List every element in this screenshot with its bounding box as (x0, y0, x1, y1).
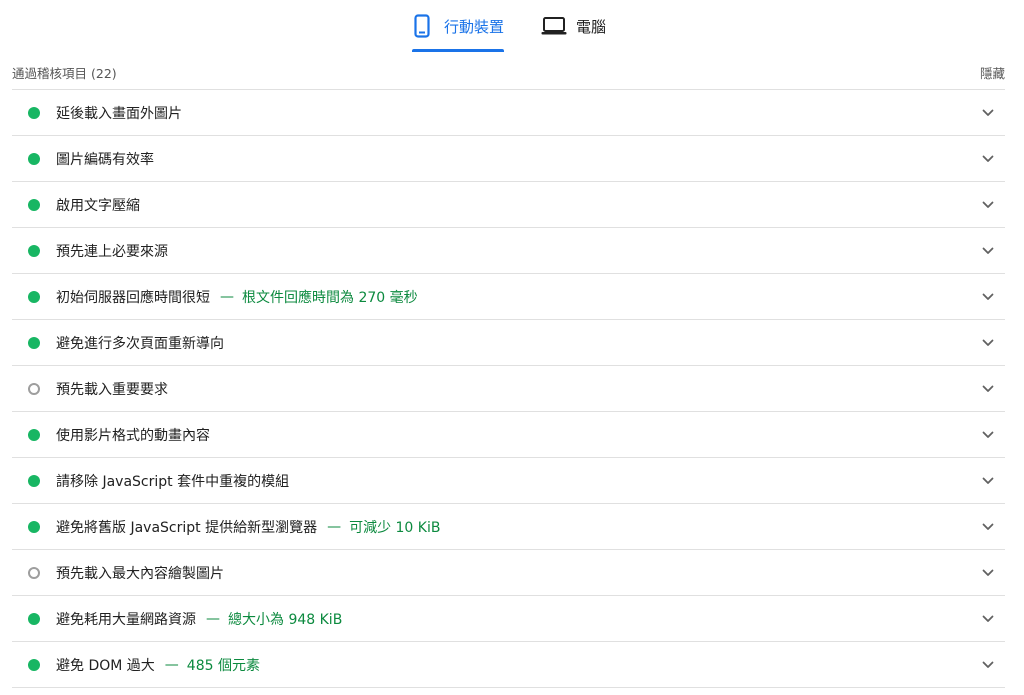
chevron-down-icon[interactable] (981, 428, 995, 442)
active-tab-indicator (412, 49, 504, 52)
chevron-down-icon[interactable] (981, 520, 995, 534)
tab-desktop-label: 電腦 (576, 17, 607, 36)
pass-status-icon (28, 106, 40, 119)
phone-icon (412, 14, 432, 38)
audit-title: 請移除 JavaScript 套件中重複的模組 (56, 473, 290, 490)
audit-title: 避免 DOM 過大 (56, 657, 155, 674)
group-title: 通過稽核項目 (12, 66, 88, 81)
info-status-icon (28, 382, 40, 395)
chevron-down-icon[interactable] (981, 244, 995, 258)
pass-status-icon (28, 428, 40, 441)
chevron-down-icon[interactable] (981, 290, 995, 304)
audit-title: 圖片編碼有效率 (56, 151, 154, 168)
audit-row[interactable]: 初始伺服器回應時間很短 — 根文件回應時間為 270 毫秒 (12, 274, 1005, 320)
pass-status-icon (28, 474, 40, 487)
pass-status-icon (28, 336, 40, 349)
audit-row[interactable]: 預先連上必要來源 (12, 228, 1005, 274)
audit-row[interactable]: 使用影片格式的動畫內容 (12, 412, 1005, 458)
chevron-down-icon[interactable] (981, 382, 995, 396)
audit-row[interactable]: 避免將舊版 JavaScript 提供給新型瀏覽器 — 可減少 10 KiB (12, 504, 1005, 550)
pass-status-icon (28, 152, 40, 165)
chevron-down-icon[interactable] (981, 474, 995, 488)
tab-mobile-label: 行動裝置 (444, 17, 505, 36)
audit-row[interactable]: 預先載入重要要求 (12, 366, 1005, 412)
audit-row[interactable]: 圖片編碼有效率 (12, 136, 1005, 182)
passed-audits-header: 通過稽核項目 (22) 隱藏 (12, 56, 1005, 90)
audit-row[interactable]: 避免耗用大量網路資源 — 總大小為 948 KiB (12, 596, 1005, 642)
info-status-icon (28, 566, 40, 579)
audit-title: 延後載入畫面外圖片 (56, 105, 182, 122)
audit-display-value: 485 個元素 (186, 657, 260, 674)
group-count: (22) (91, 66, 117, 81)
audit-title: 初始伺服器回應時間很短 (56, 289, 210, 306)
audit-separator: — (164, 656, 179, 673)
audit-separator: — (327, 518, 342, 535)
audit-row[interactable]: 預先載入最大內容繪製圖片 (12, 550, 1005, 596)
chevron-down-icon[interactable] (981, 198, 995, 212)
audit-display-value: 總大小為 948 KiB (228, 611, 343, 628)
audit-row[interactable]: 避免進行多次頁面重新導向 (12, 320, 1005, 366)
pass-status-icon (28, 290, 40, 303)
chevron-down-icon[interactable] (981, 106, 995, 120)
chevron-down-icon[interactable] (981, 658, 995, 672)
audit-row[interactable]: 避免 DOM 過大 — 485 個元素 (12, 642, 1005, 688)
pass-status-icon (28, 658, 40, 671)
audit-title: 避免進行多次頁面重新導向 (56, 335, 224, 352)
tab-desktop[interactable]: 電腦 (541, 0, 621, 52)
audit-title: 預先連上必要來源 (56, 243, 168, 260)
audit-title: 避免耗用大量網路資源 (56, 611, 196, 628)
pass-status-icon (28, 612, 40, 625)
chevron-down-icon[interactable] (981, 566, 995, 580)
audit-list: 延後載入畫面外圖片 圖片編碼有效率 啟用文字壓縮預先連上必要來源初始伺服器回應時間很… (12, 90, 1005, 688)
hide-button[interactable]: 隱藏 (980, 63, 1005, 82)
audit-title: 預先載入重要要求 (56, 381, 168, 398)
tab-mobile[interactable]: 行動裝置 (412, 0, 504, 52)
audit-separator: — (220, 288, 234, 305)
laptop-icon (541, 16, 567, 36)
group-title-wrap: 通過稽核項目 (22) (12, 63, 117, 82)
audit-separator: — (206, 610, 220, 627)
audit-title: 避免將舊版 JavaScript 提供給新型瀏覽器 (56, 519, 318, 536)
audit-row[interactable]: 請移除 JavaScript 套件中重複的模組 (12, 458, 1005, 504)
audit-display-value: 根文件回應時間為 270 毫秒 (242, 289, 418, 306)
audit-title: 使用影片格式的動畫內容 (56, 427, 210, 444)
audit-title: 預先載入最大內容繪製圖片 (56, 565, 224, 582)
chevron-down-icon[interactable] (981, 152, 995, 166)
lighthouse-report: 行動裝置 電腦 通過稽核項目 (22) 隱藏 延後載入畫面外圖片 圖片編碼有效率 啟用… (0, 0, 1024, 695)
audit-row[interactable]: 延後載入畫面外圖片 (12, 90, 1005, 136)
chevron-down-icon[interactable] (981, 612, 995, 626)
audit-display-value: 可減少 10 KiB (349, 519, 441, 536)
pass-status-icon (28, 198, 40, 211)
pass-status-icon (28, 520, 40, 533)
device-tabs: 行動裝置 電腦 (0, 0, 1024, 54)
audit-title: 啟用文字壓縮 (56, 197, 140, 214)
audit-row[interactable]: 啟用文字壓縮 (12, 182, 1005, 228)
chevron-down-icon[interactable] (981, 336, 995, 350)
pass-status-icon (28, 244, 40, 257)
